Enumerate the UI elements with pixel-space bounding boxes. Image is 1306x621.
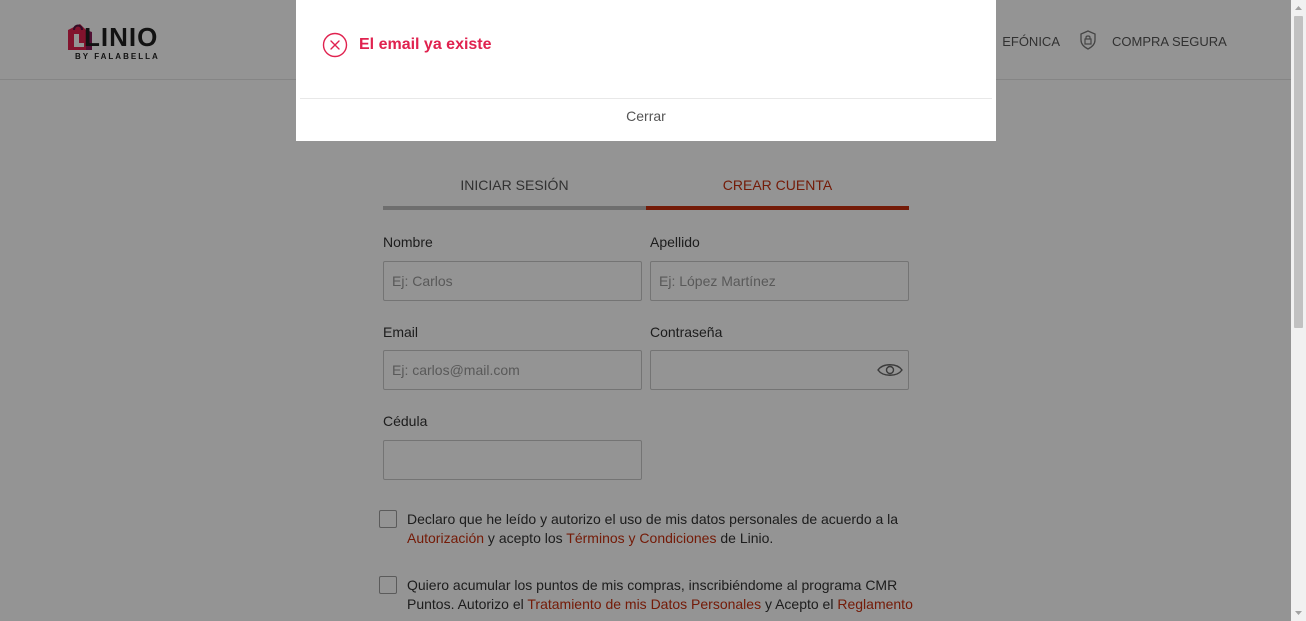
scroll-down-icon[interactable] bbox=[1294, 608, 1303, 617]
error-modal: El email ya existe Cerrar bbox=[296, 0, 996, 141]
modal-divider bbox=[300, 98, 992, 99]
error-circle-x-icon bbox=[322, 32, 348, 58]
close-button[interactable]: Cerrar bbox=[296, 108, 996, 124]
scroll-up-icon[interactable] bbox=[1294, 4, 1303, 13]
scrollbar-thumb[interactable] bbox=[1294, 16, 1303, 328]
modal-title: El email ya existe bbox=[359, 36, 492, 53]
page: LINIO BY FALABELLA EFÓNICA COMPRA SEGURA… bbox=[0, 0, 1306, 621]
